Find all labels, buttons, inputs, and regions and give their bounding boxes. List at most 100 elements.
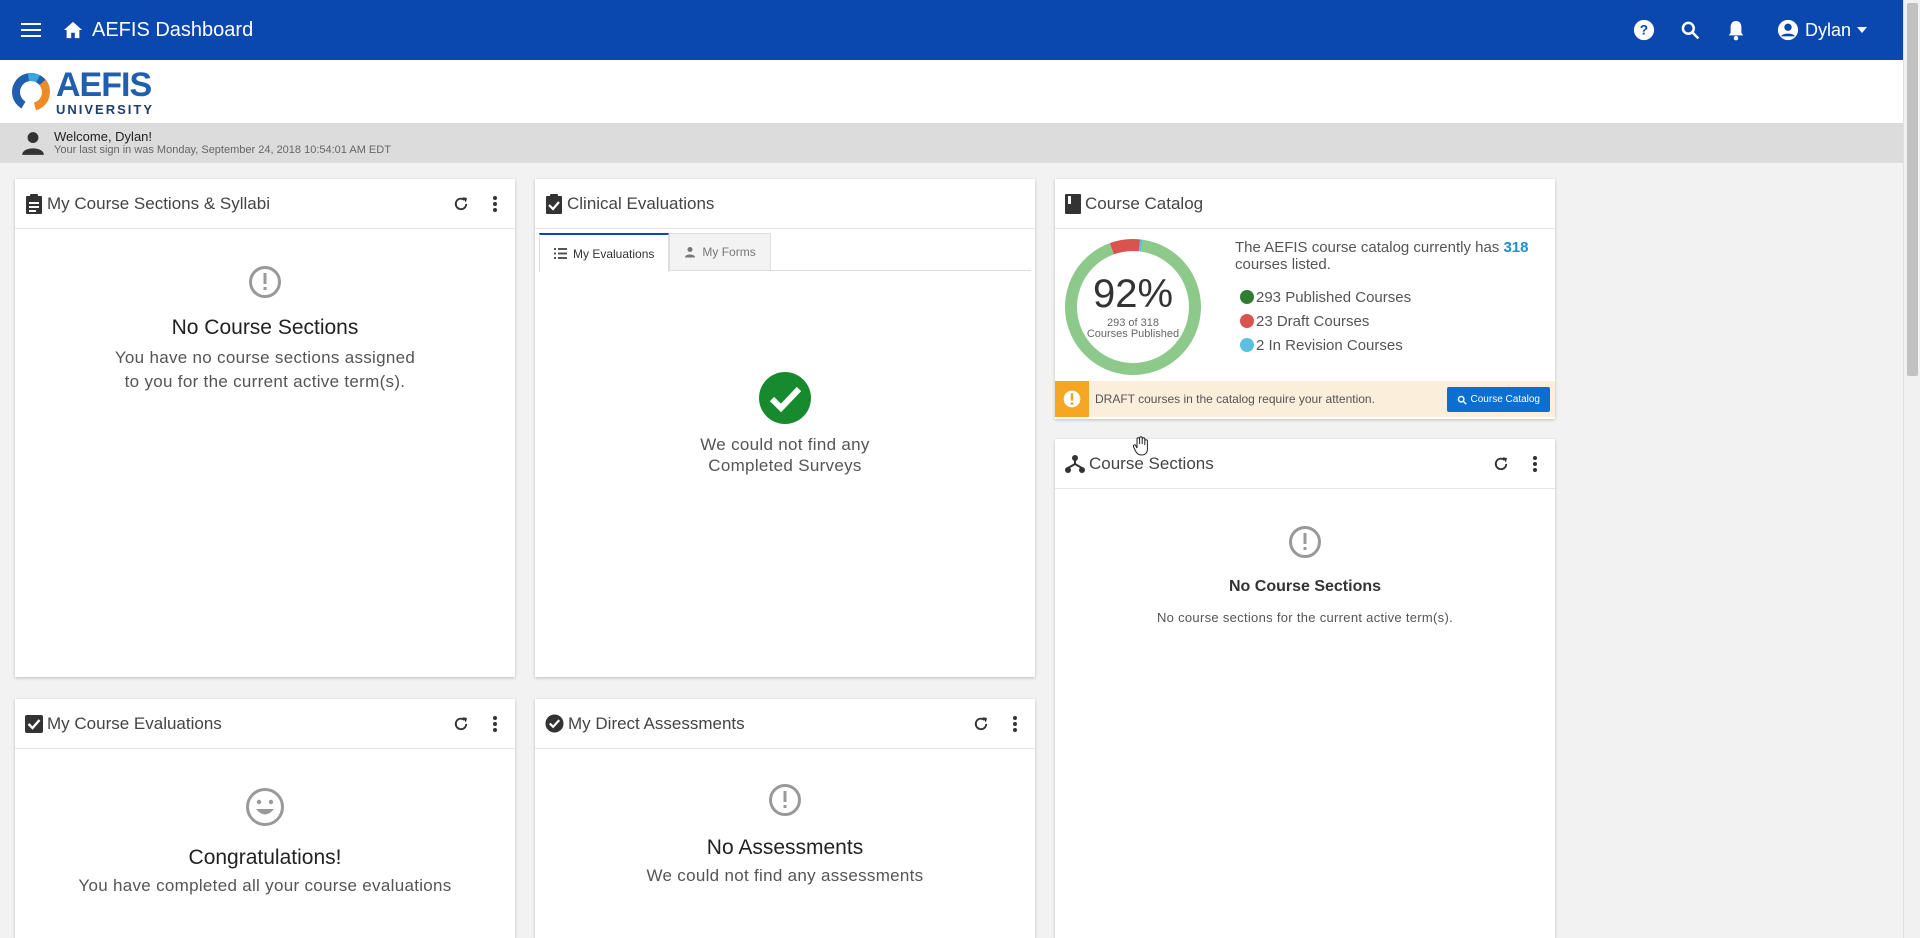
search-icon: [1457, 395, 1467, 405]
total-courses-link[interactable]: 318: [1503, 239, 1528, 256]
caret-down-icon: [1857, 27, 1867, 33]
card-title: My Course Evaluations: [47, 713, 222, 733]
refresh-button[interactable]: [451, 714, 471, 734]
legend-dot: [1240, 290, 1254, 304]
course-sections-card: Course Sections No Course Sections No co…: [1055, 439, 1555, 938]
page-scrollbar[interactable]: [1903, 0, 1920, 938]
more-vert-icon: [1013, 716, 1017, 732]
scrollbar-thumb[interactable]: [1907, 3, 1918, 376]
search-icon: [1681, 21, 1700, 40]
refresh-button[interactable]: [1491, 454, 1511, 474]
hierarchy-icon: [1065, 454, 1085, 473]
evaluation-tabs: My Evaluations My Forms: [539, 233, 1031, 272]
button-label: Course Catalog: [1470, 394, 1540, 405]
warning-icon: [1063, 390, 1081, 408]
svg-text:?: ?: [1640, 23, 1648, 38]
hand-cursor-icon: [1132, 436, 1148, 456]
info-prefix: The AEFIS course catalog currently has: [1235, 239, 1500, 256]
more-vert-icon: [493, 196, 497, 212]
last-sign-in: Your last sign in was Monday, September …: [54, 144, 391, 157]
course-evaluations-card: My Course Evaluations Congratulations! Y…: [15, 699, 515, 938]
refresh-button[interactable]: [971, 714, 991, 734]
empty-state: Congratulations! You have completed all …: [15, 749, 515, 898]
logo-row: AEFIS UNIVERSITY: [0, 60, 1903, 123]
user-menu[interactable]: Dylan: [1777, 19, 1867, 41]
clipboard-check-icon: [546, 193, 562, 214]
clinical-evaluations-card: Clinical Evaluations My Evaluations My F…: [535, 179, 1035, 677]
empty-text: You have completed all your course evalu…: [78, 876, 452, 895]
course-catalog-card: Course Catalog 92% 293 of 318 Courses Pu…: [1055, 179, 1555, 419]
draft-alert: DRAFT courses in the catalog require you…: [1055, 381, 1555, 417]
more-options-button[interactable]: [1005, 714, 1025, 734]
empty-text-line1: You have no course sections assigned: [114, 348, 416, 367]
refresh-icon: [974, 717, 988, 731]
catalog-donut-chart: 92% 293 of 318 Courses Published: [1063, 237, 1203, 377]
help-button[interactable]: ?: [1631, 17, 1657, 43]
hamburger-menu-button[interactable]: [0, 0, 62, 60]
alert-text: DRAFT courses in the catalog require you…: [1095, 392, 1375, 406]
card-title: My Direct Assessments: [568, 713, 745, 733]
catalog-legend: 293 Published Courses 23 Draft Courses 2…: [1235, 285, 1555, 357]
tab-my-evaluations[interactable]: My Evaluations: [539, 233, 670, 272]
alert-circle-icon: [1289, 526, 1321, 558]
check-circle-icon: [545, 714, 564, 733]
alert-circle-icon: [249, 266, 281, 298]
list-icon: [554, 248, 567, 259]
empty-state: No Course Sections No course sections fo…: [1055, 489, 1555, 630]
search-button[interactable]: [1677, 17, 1703, 43]
dashboard-home-link[interactable]: AEFIS Dashboard: [62, 19, 253, 42]
more-options-button[interactable]: [1525, 454, 1545, 474]
top-app-bar: AEFIS Dashboard ? Dylan: [0, 0, 1903, 60]
tab-label: My Forms: [702, 245, 756, 259]
card-title: Clinical Evaluations: [567, 193, 715, 213]
legend-label: 2 In Revision Courses: [1256, 336, 1403, 354]
book-icon: [1065, 193, 1081, 214]
more-vert-icon: [493, 716, 497, 732]
alert-circle-icon: [769, 784, 801, 816]
smiley-icon: [246, 788, 284, 826]
empty-state: We could not find any Completed Surveys: [535, 271, 1035, 476]
help-icon: ?: [1633, 19, 1655, 41]
more-options-button[interactable]: [485, 194, 505, 214]
refresh-icon: [454, 197, 468, 211]
info-suffix: courses listed.: [1235, 256, 1331, 273]
legend-item-revision: 2 In Revision Courses: [1235, 333, 1555, 357]
donut-sub-line2: Courses Published: [1086, 328, 1180, 340]
welcome-title: Welcome, Dylan!: [54, 128, 153, 144]
card-title: Course Sections: [1089, 453, 1214, 473]
empty-title: No Course Sections: [1228, 578, 1382, 595]
person-icon: [22, 132, 44, 155]
welcome-bar: Welcome, Dylan! Your last sign in was Mo…: [0, 123, 1903, 163]
empty-state: No Course Sections You have no course se…: [15, 229, 515, 394]
bell-icon: [1728, 21, 1744, 41]
empty-title: No Assessments: [706, 836, 864, 859]
course-sections-syllabi-card: My Course Sections & Syllabi No Course S…: [15, 179, 515, 677]
refresh-icon: [454, 717, 468, 731]
notifications-button[interactable]: [1723, 17, 1749, 43]
aefis-university-logo[interactable]: AEFIS UNIVERSITY: [10, 68, 154, 116]
person-icon: [685, 247, 696, 258]
tab-label: My Evaluations: [573, 246, 655, 261]
legend-dot: [1240, 314, 1254, 328]
legend-label: 293 Published Courses: [1256, 288, 1412, 306]
refresh-button[interactable]: [451, 194, 471, 214]
refresh-icon: [1494, 457, 1508, 471]
empty-text: We could not find any assessments: [646, 866, 924, 885]
empty-state: No Assessments We could not find any ass…: [535, 749, 1035, 888]
legend-item-published: 293 Published Courses: [1235, 285, 1555, 309]
course-catalog-button[interactable]: Course Catalog: [1446, 387, 1550, 412]
legend-item-draft: 23 Draft Courses: [1235, 309, 1555, 333]
checkbox-icon: [25, 714, 43, 733]
logo-subtitle: UNIVERSITY: [56, 102, 155, 117]
empty-title: Congratulations!: [188, 846, 342, 869]
published-percent: 92%: [1092, 272, 1174, 316]
more-options-button[interactable]: [485, 714, 505, 734]
home-icon: [63, 21, 83, 39]
legend-dot: [1240, 338, 1254, 352]
empty-title: No Course Sections: [171, 316, 359, 339]
legend-label: 23 Draft Courses: [1256, 312, 1370, 330]
clipboard-icon: [26, 193, 42, 214]
more-vert-icon: [1533, 456, 1537, 472]
tab-my-forms[interactable]: My Forms: [669, 233, 771, 270]
account-circle-icon: [1777, 19, 1799, 41]
